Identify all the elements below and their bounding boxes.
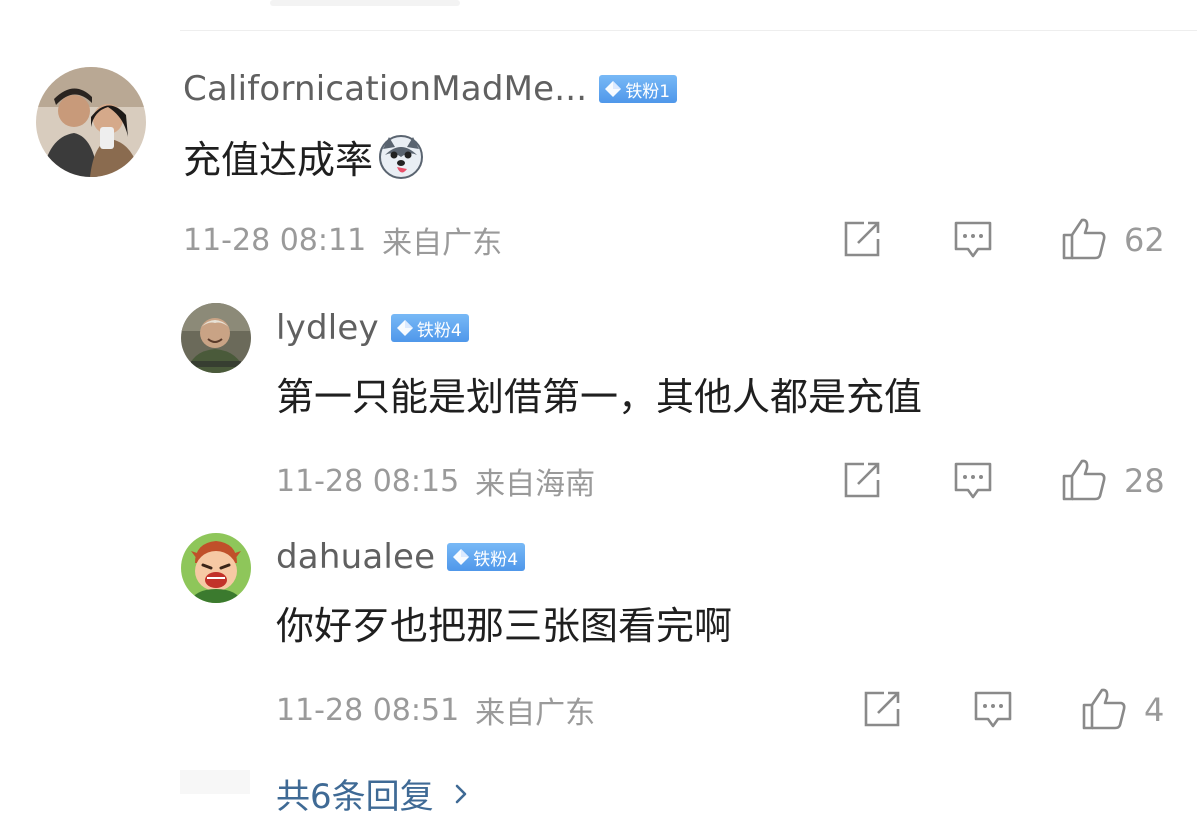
location: 来自海南: [475, 467, 596, 502]
fan-badge[interactable]: 铁粉1: [599, 75, 678, 103]
username[interactable]: lydley: [276, 308, 379, 348]
avatar[interactable]: [36, 67, 146, 177]
username[interactable]: CalifornicationMadMe...: [183, 69, 587, 109]
thumbs-up-icon[interactable]: [1081, 687, 1127, 731]
fan-badge[interactable]: 铁粉4: [390, 314, 469, 342]
timestamp: 11-28 08:11: [183, 222, 367, 258]
view-replies-label: 共6条回复: [276, 777, 434, 817]
avatar[interactable]: [181, 533, 251, 603]
previous-content-fragment: [270, 0, 460, 6]
comment-meta: 11-28 08:51 来自广东: [276, 692, 595, 732]
comment-header: dahualee 铁粉4: [276, 536, 526, 578]
comment-header: lydley 铁粉4: [276, 307, 469, 349]
diamond-icon: [453, 549, 470, 565]
comment-icon[interactable]: [953, 220, 993, 260]
diamond-icon: [396, 320, 413, 336]
badge-label: 铁粉1: [625, 81, 671, 102]
username[interactable]: dahualee: [276, 537, 435, 577]
divider: [180, 30, 1197, 31]
comment-meta: 11-28 08:15 来自海南: [276, 463, 595, 503]
husky-emoji-icon: [377, 133, 425, 191]
badge-label: 铁粉4: [473, 549, 519, 570]
timestamp: 11-28 08:15: [276, 463, 460, 499]
fan-badge[interactable]: 铁粉4: [447, 543, 526, 571]
view-replies-link[interactable]: 共6条回复: [276, 769, 468, 818]
comment-text: 第一只能是划借第一，其他人都是充值: [276, 375, 923, 419]
comment-text: 充值达成率: [183, 133, 425, 191]
comment-icon[interactable]: [953, 461, 993, 501]
thumbs-up-icon[interactable]: [1061, 217, 1107, 261]
comment-text: 你好歹也把那三张图看完啊: [276, 604, 733, 648]
comment-meta: 11-28 08:11 来自广东: [183, 222, 502, 262]
partial-content-fragment: [180, 770, 250, 794]
share-icon[interactable]: [862, 690, 902, 728]
comment-icon[interactable]: [973, 690, 1013, 730]
comment-header: CalifornicationMadMe... 铁粉1: [183, 67, 678, 111]
like-count: 4: [1144, 691, 1165, 729]
share-icon[interactable]: [842, 461, 882, 499]
badge-label: 铁粉4: [416, 320, 462, 341]
location: 来自广东: [475, 696, 596, 731]
comment-text-body: 充值达成率: [183, 138, 374, 182]
diamond-icon: [605, 81, 622, 97]
thumbs-up-icon[interactable]: [1061, 458, 1107, 502]
location: 来自广东: [382, 226, 503, 261]
share-icon[interactable]: [842, 220, 882, 258]
chevron-right-icon: [455, 784, 466, 803]
avatar[interactable]: [181, 303, 251, 373]
like-count: 62: [1124, 221, 1165, 259]
timestamp: 11-28 08:51: [276, 692, 460, 728]
like-count: 28: [1124, 462, 1165, 500]
